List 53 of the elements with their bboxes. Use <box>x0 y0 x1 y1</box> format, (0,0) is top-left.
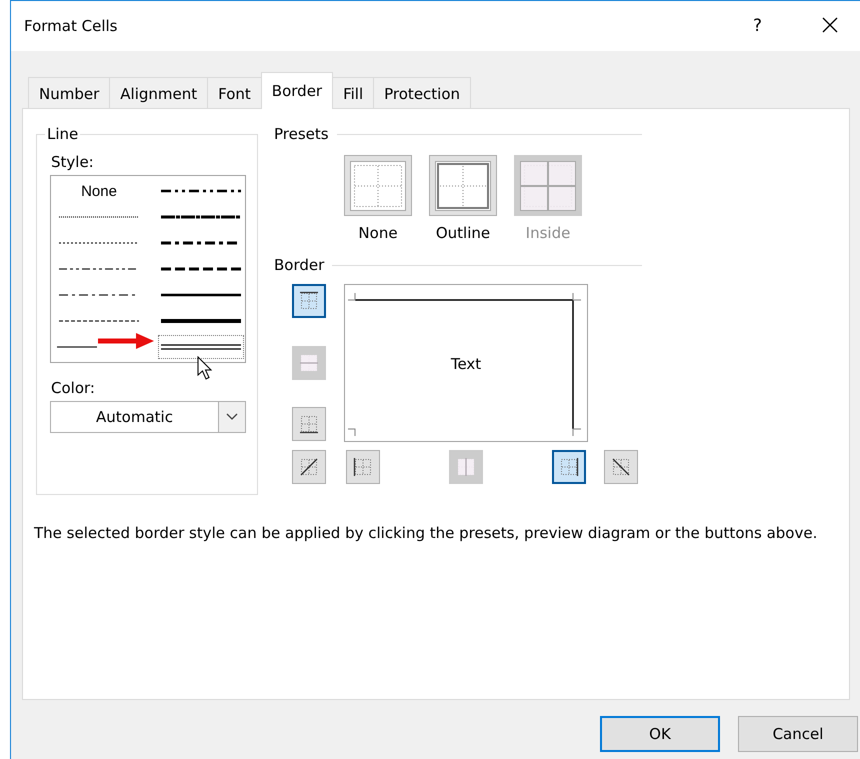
help-text: The selected border style can be applied by clicking the presets, preview diagram or the buttons above. <box>34 523 818 544</box>
corner-mark <box>348 428 356 436</box>
corner-mark <box>572 428 582 436</box>
help-button[interactable]: ? <box>748 14 766 38</box>
grid-icon <box>435 160 491 210</box>
window-title: Format Cells <box>24 17 118 35</box>
border-position-icon <box>559 457 579 477</box>
section-title: Presets <box>274 125 329 143</box>
border-position-icon <box>456 457 476 477</box>
line-sample-icon <box>161 342 241 352</box>
border-button[interactable] <box>552 450 586 484</box>
line-sample-icon <box>161 265 241 273</box>
preset-button[interactable] <box>429 155 497 216</box>
border-button[interactable] <box>604 450 638 484</box>
line-style-option[interactable]: None <box>56 179 142 203</box>
border-button[interactable] <box>292 450 326 484</box>
preset-label: Outline <box>436 224 490 242</box>
tab[interactable]: Protection <box>373 77 472 109</box>
section-title: Border <box>274 256 324 274</box>
color-label: Color: <box>51 379 96 397</box>
tab[interactable]: Border <box>260 72 334 109</box>
ok-button[interactable]: OK <box>600 716 720 752</box>
border-position-icon <box>299 457 319 477</box>
close-icon <box>821 16 839 34</box>
group-title: Line <box>46 125 80 143</box>
border-position-icon <box>299 291 319 311</box>
annotation-arrow <box>98 333 156 349</box>
border-position-icon <box>299 414 319 434</box>
line-sample-icon <box>161 213 241 221</box>
grid-icon <box>520 160 576 210</box>
border-preview[interactable]: Text <box>344 284 588 442</box>
dropdown-value: Automatic <box>95 407 174 428</box>
corner-mark <box>348 292 356 300</box>
border-position-icon <box>611 457 631 477</box>
preset-label: None <box>358 224 398 242</box>
line-sample-icon <box>161 317 241 325</box>
preset-button[interactable] <box>344 155 412 216</box>
line-sample-icon <box>161 187 241 195</box>
cursor-icon <box>197 356 213 380</box>
grid-icon <box>350 160 406 210</box>
border-button[interactable] <box>292 284 326 318</box>
line-style-option[interactable] <box>158 335 244 359</box>
style-label: Style: <box>51 153 95 171</box>
preset-label: Inside <box>526 224 570 242</box>
line-sample-icon <box>161 291 241 299</box>
cancel-button[interactable]: Cancel <box>738 716 858 752</box>
border-position-icon <box>353 457 373 477</box>
corner-mark <box>572 292 582 300</box>
color-dropdown[interactable]: Automatic <box>50 401 246 433</box>
preview-text: Text <box>450 355 482 373</box>
chevron-down-icon <box>226 413 238 421</box>
border-position-icon <box>299 352 319 372</box>
tab[interactable]: Number <box>28 77 110 109</box>
